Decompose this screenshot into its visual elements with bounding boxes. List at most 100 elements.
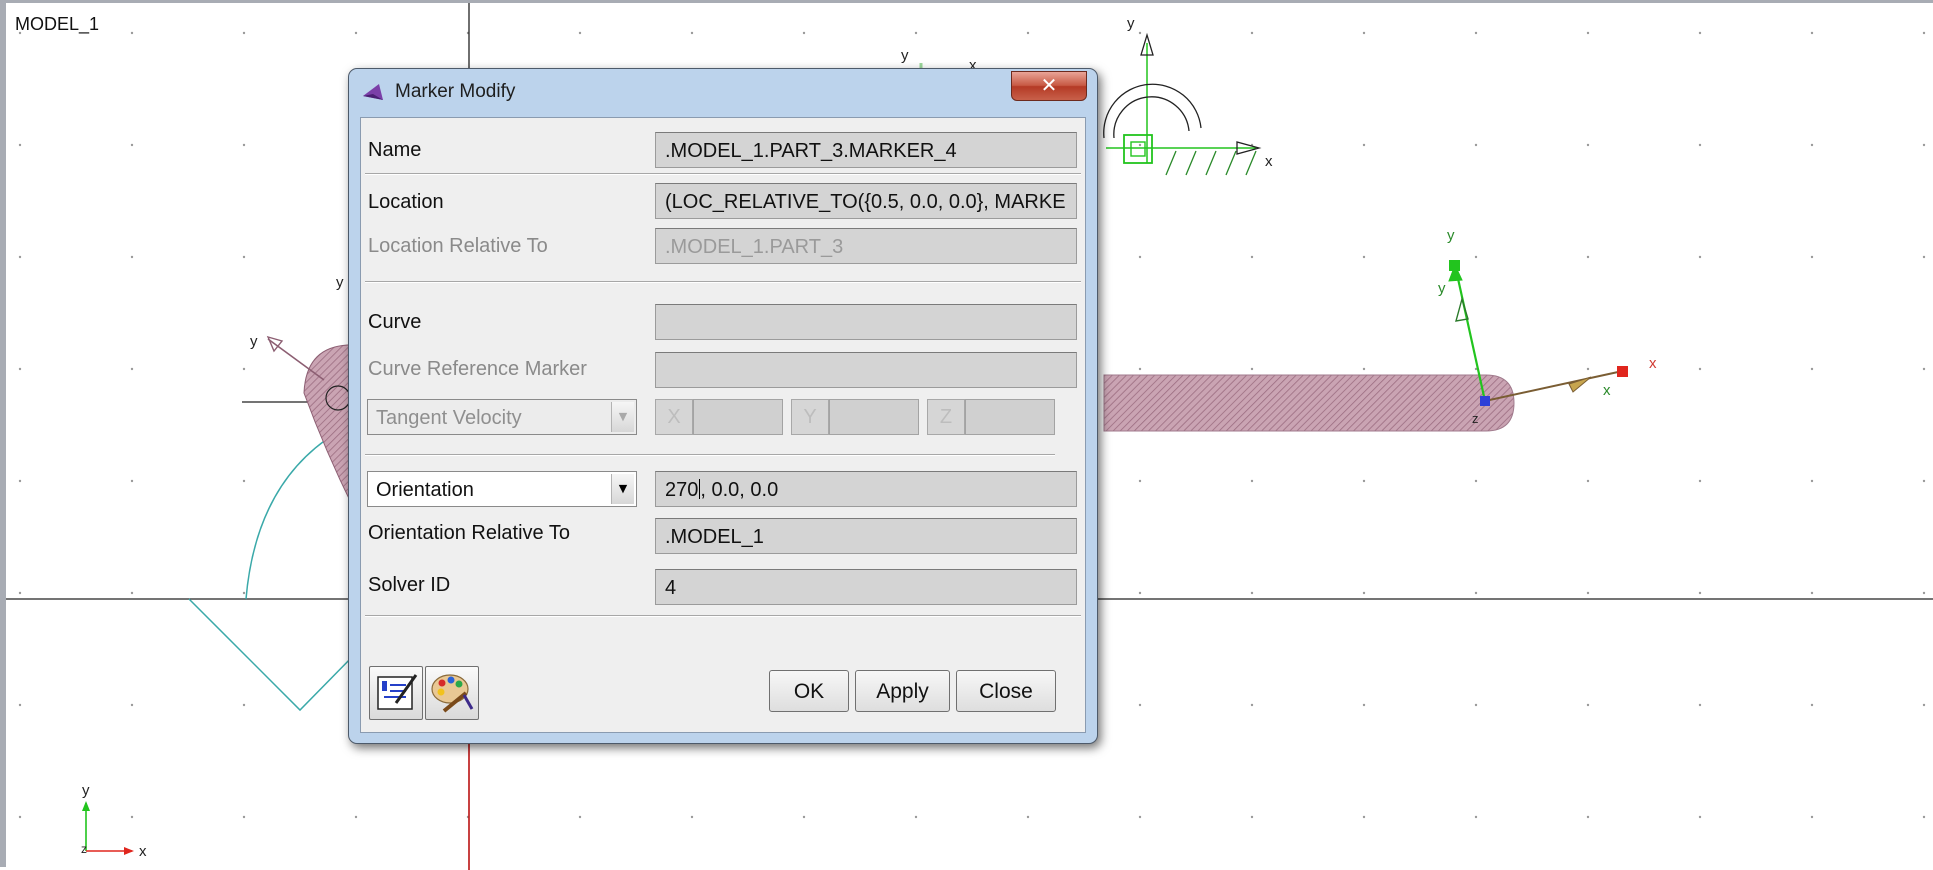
grid-dot — [1922, 31, 1926, 35]
grid-dot — [578, 31, 582, 35]
grid-dot — [1922, 703, 1926, 707]
pivot-x-label: x — [1265, 153, 1273, 170]
appearance-button[interactable] — [425, 666, 479, 720]
orientation-relative-to-field[interactable]: .MODEL_1 — [655, 518, 1077, 554]
crank-upper-y-label: y — [336, 274, 344, 291]
comment-button[interactable] — [369, 666, 423, 720]
marker-x-end-handle[interactable] — [1617, 366, 1628, 377]
tangent-x-label: X — [655, 399, 693, 435]
grid-dot — [1474, 479, 1478, 483]
grid-dot — [1250, 255, 1254, 259]
orientation-type-select[interactable]: Orientation ▼ — [367, 471, 637, 507]
grid-dot — [1922, 591, 1926, 595]
link-part-body[interactable] — [1103, 374, 1515, 432]
pivot-revolute-arc-inner — [1113, 96, 1190, 139]
grid-dot — [242, 143, 246, 147]
grid-dot — [1362, 703, 1366, 707]
tangent-z-field — [965, 399, 1055, 435]
tangent-velocity-select: Tangent Velocity ▼ — [367, 399, 637, 435]
marker-origin-handle[interactable] — [1480, 396, 1490, 406]
global-triad-x-arrowhead — [124, 847, 134, 855]
grid-dot — [1922, 815, 1926, 819]
curve-reference-marker-field[interactable] — [655, 352, 1077, 388]
grid-dot — [1922, 479, 1926, 483]
apply-button[interactable]: Apply — [855, 670, 950, 712]
grid-dot — [1362, 591, 1366, 595]
grid-dot — [1922, 143, 1926, 147]
grid-dot — [130, 591, 134, 595]
grid-dot — [130, 31, 134, 35]
grid-dot — [354, 31, 358, 35]
grid-dot — [1026, 815, 1030, 819]
curve-reference-marker-label: Curve Reference Marker — [368, 358, 587, 380]
pivot-y-label: y — [1127, 15, 1135, 32]
close-button[interactable]: Close — [956, 670, 1056, 712]
palette-brush-icon — [431, 674, 474, 713]
dialog-titlebar[interactable]: Marker Modify ✕ — [349, 69, 1097, 115]
curve-label: Curve — [368, 311, 422, 333]
grid-dot — [1586, 31, 1590, 35]
comment-edit-icon — [377, 674, 418, 710]
global-triad-y-label: y — [82, 782, 90, 799]
name-label: Name — [368, 139, 422, 161]
grid-dot — [242, 815, 246, 819]
grid-dot — [242, 591, 246, 595]
grid-dot — [1138, 367, 1142, 371]
grid-dot — [1698, 591, 1702, 595]
chevron-down-icon[interactable]: ▼ — [611, 474, 634, 504]
grid-dot — [1810, 367, 1814, 371]
grid-dot — [690, 815, 694, 819]
solver-id-field[interactable]: 4 — [655, 569, 1077, 605]
grid-dot — [1250, 703, 1254, 707]
grid-dot — [18, 255, 22, 259]
grid-dot — [1474, 143, 1478, 147]
grid-dot — [1250, 815, 1254, 819]
grid-dot — [1138, 703, 1142, 707]
grid-dot — [1810, 255, 1814, 259]
grid-dot — [130, 367, 134, 371]
grid-dot — [130, 255, 134, 259]
name-field[interactable]: .MODEL_1.PART_3.MARKER_4 — [655, 132, 1077, 168]
pivot-revolute-arc-outer — [1103, 83, 1202, 139]
grid-dot — [354, 815, 358, 819]
grid-dot — [1138, 255, 1142, 259]
grid-dot — [1250, 591, 1254, 595]
marker-y-end-handle[interactable] — [1449, 260, 1460, 271]
grid-dot — [1810, 479, 1814, 483]
grid-dot — [1362, 367, 1366, 371]
orientation-type-selected: Orientation — [376, 479, 474, 501]
grid-dot — [1474, 255, 1478, 259]
pivot-ground-box[interactable] — [1123, 134, 1153, 164]
grid-dot — [242, 367, 246, 371]
separator — [365, 281, 1081, 283]
grid-dot — [1474, 31, 1478, 35]
orientation-field[interactable]: 270, 0.0, 0.0 — [655, 471, 1077, 507]
grid-dot — [1138, 591, 1142, 595]
grid-dot — [1586, 479, 1590, 483]
window-close-button[interactable]: ✕ — [1011, 71, 1087, 101]
grid-dot — [18, 815, 22, 819]
grid-dot — [1026, 31, 1030, 35]
grid-dot — [1138, 479, 1142, 483]
location-field[interactable]: (LOC_RELATIVE_TO({0.5, 0.0, 0.0}, MARKE — [655, 183, 1077, 219]
grid-dot — [18, 479, 22, 483]
grid-dot — [1922, 367, 1926, 371]
construction-arc — [245, 432, 337, 600]
marker-z-label: z — [1472, 411, 1479, 426]
grid-dot — [1810, 815, 1814, 819]
grid-dot — [1698, 255, 1702, 259]
grid-dot — [18, 703, 22, 707]
dialog-title: Marker Modify — [395, 81, 516, 102]
grid-dot — [1586, 815, 1590, 819]
grid-dot — [1138, 815, 1142, 819]
grid-dot — [130, 703, 134, 707]
global-triad-z-label: z — [81, 842, 87, 856]
ok-button[interactable]: OK — [769, 670, 849, 712]
grid-dot — [690, 31, 694, 35]
model-name-label: MODEL_1 — [15, 14, 100, 34]
separator — [365, 173, 1081, 175]
curve-field[interactable] — [655, 304, 1077, 340]
orientation-value-part1: 270 — [665, 479, 699, 501]
construction-polyline — [188, 598, 357, 712]
grid-dot — [1586, 591, 1590, 595]
